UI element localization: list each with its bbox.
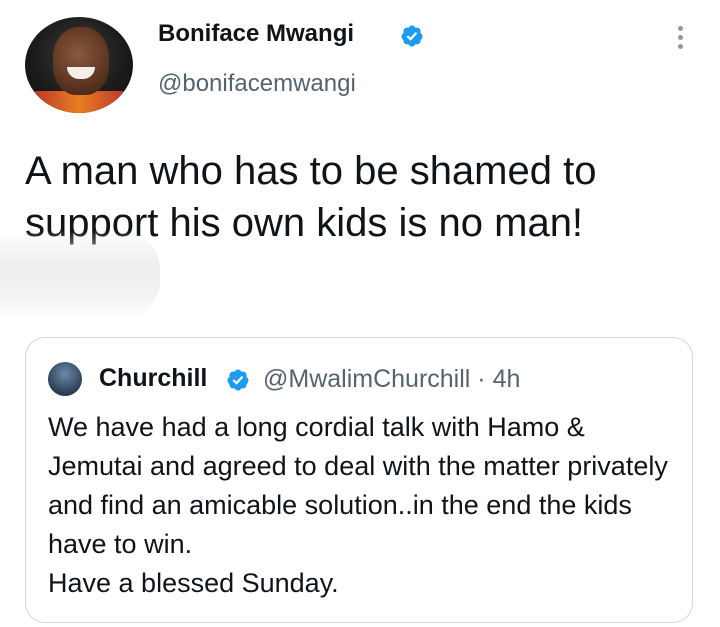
verified-badge-icon <box>227 369 249 391</box>
quoted-tweet-text: We have had a long cordial talk with Ham… <box>48 412 668 598</box>
author-avatar[interactable] <box>25 17 133 113</box>
quoted-author-meta: @MwalimChurchill · 4h <box>263 365 521 393</box>
verified-badge-icon <box>401 25 423 47</box>
more-dot <box>677 44 683 49</box>
avatar-face <box>53 27 109 95</box>
more-options-icon[interactable] <box>668 22 692 54</box>
quoted-author-name: Churchill <box>99 364 208 392</box>
more-dot <box>677 35 683 40</box>
quoted-author-avatar <box>48 362 82 396</box>
author-name[interactable]: Boniface Mwangi <box>158 20 354 48</box>
quoted-tweet-card[interactable]: Churchill @MwalimChurchill · 4h We have … <box>25 337 693 623</box>
image-smudge <box>0 230 160 320</box>
author-handle[interactable]: @bonifacemwangi <box>158 70 356 98</box>
more-dot <box>677 26 683 31</box>
